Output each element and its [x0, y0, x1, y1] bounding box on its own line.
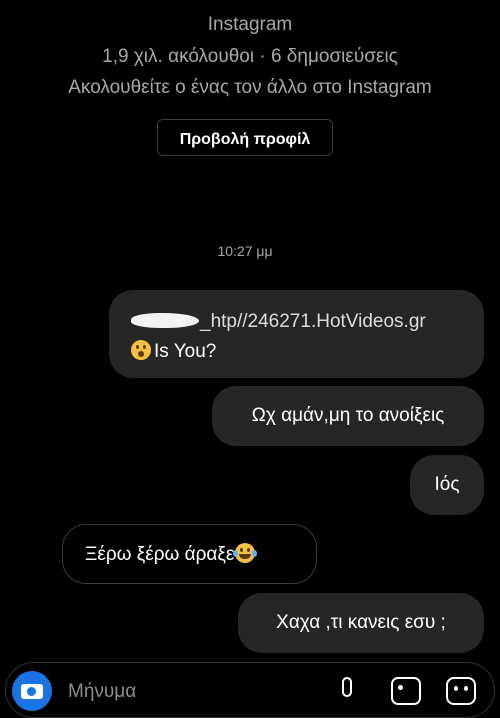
- message-text: Χαχα ,τι κανεις εσυ ;: [276, 612, 446, 633]
- camera-icon[interactable]: [12, 671, 52, 711]
- astonished-face-icon: [131, 340, 151, 360]
- tears-of-joy-icon: [233, 543, 258, 563]
- redaction-mark: [131, 313, 199, 328]
- message-bubble-received[interactable]: Ξέρω ξέρω άραξε: [62, 524, 317, 584]
- message-composer: [5, 662, 495, 718]
- profile-stats: 1,9 χιλ. ακόλουθοι · 6 δημοσιεύσεις: [102, 46, 398, 67]
- app-name: Instagram: [207, 14, 293, 35]
- gallery-icon[interactable]: [391, 677, 421, 705]
- message-bubble-sent[interactable]: Ιός: [410, 455, 484, 515]
- message-timestamp: 10:27 μμ: [217, 243, 273, 259]
- mutual-follow-note: Ακολουθείτε ο ένας τον άλλο στο Instagra…: [68, 77, 432, 98]
- view-profile-button[interactable]: Προβολή προφίλ: [157, 119, 333, 156]
- message-bubble-sent[interactable]: _htp//246271.HotVideos.gr Is You?: [109, 290, 484, 378]
- message-bubble-sent[interactable]: Ωχ αμάν,μη το ανοίξεις: [212, 386, 484, 446]
- message-input[interactable]: [66, 679, 320, 705]
- microphone-icon[interactable]: [342, 677, 352, 697]
- message-text: Ωχ αμάν,μη το ανοίξεις: [251, 405, 445, 426]
- message-line: Is You?: [131, 337, 464, 367]
- message-text: Is You?: [154, 341, 217, 362]
- message-text: Ιός: [434, 474, 460, 495]
- message-line: _htp//246271.HotVideos.gr: [131, 307, 464, 337]
- message-link-text[interactable]: _htp//246271.HotVideos.gr: [200, 311, 426, 332]
- message-text: Ξέρω ξέρω άραξε: [85, 544, 235, 565]
- sticker-icon[interactable]: [446, 677, 476, 705]
- message-bubble-sent[interactable]: Χαχα ,τι κανεις εσυ ;: [238, 593, 484, 653]
